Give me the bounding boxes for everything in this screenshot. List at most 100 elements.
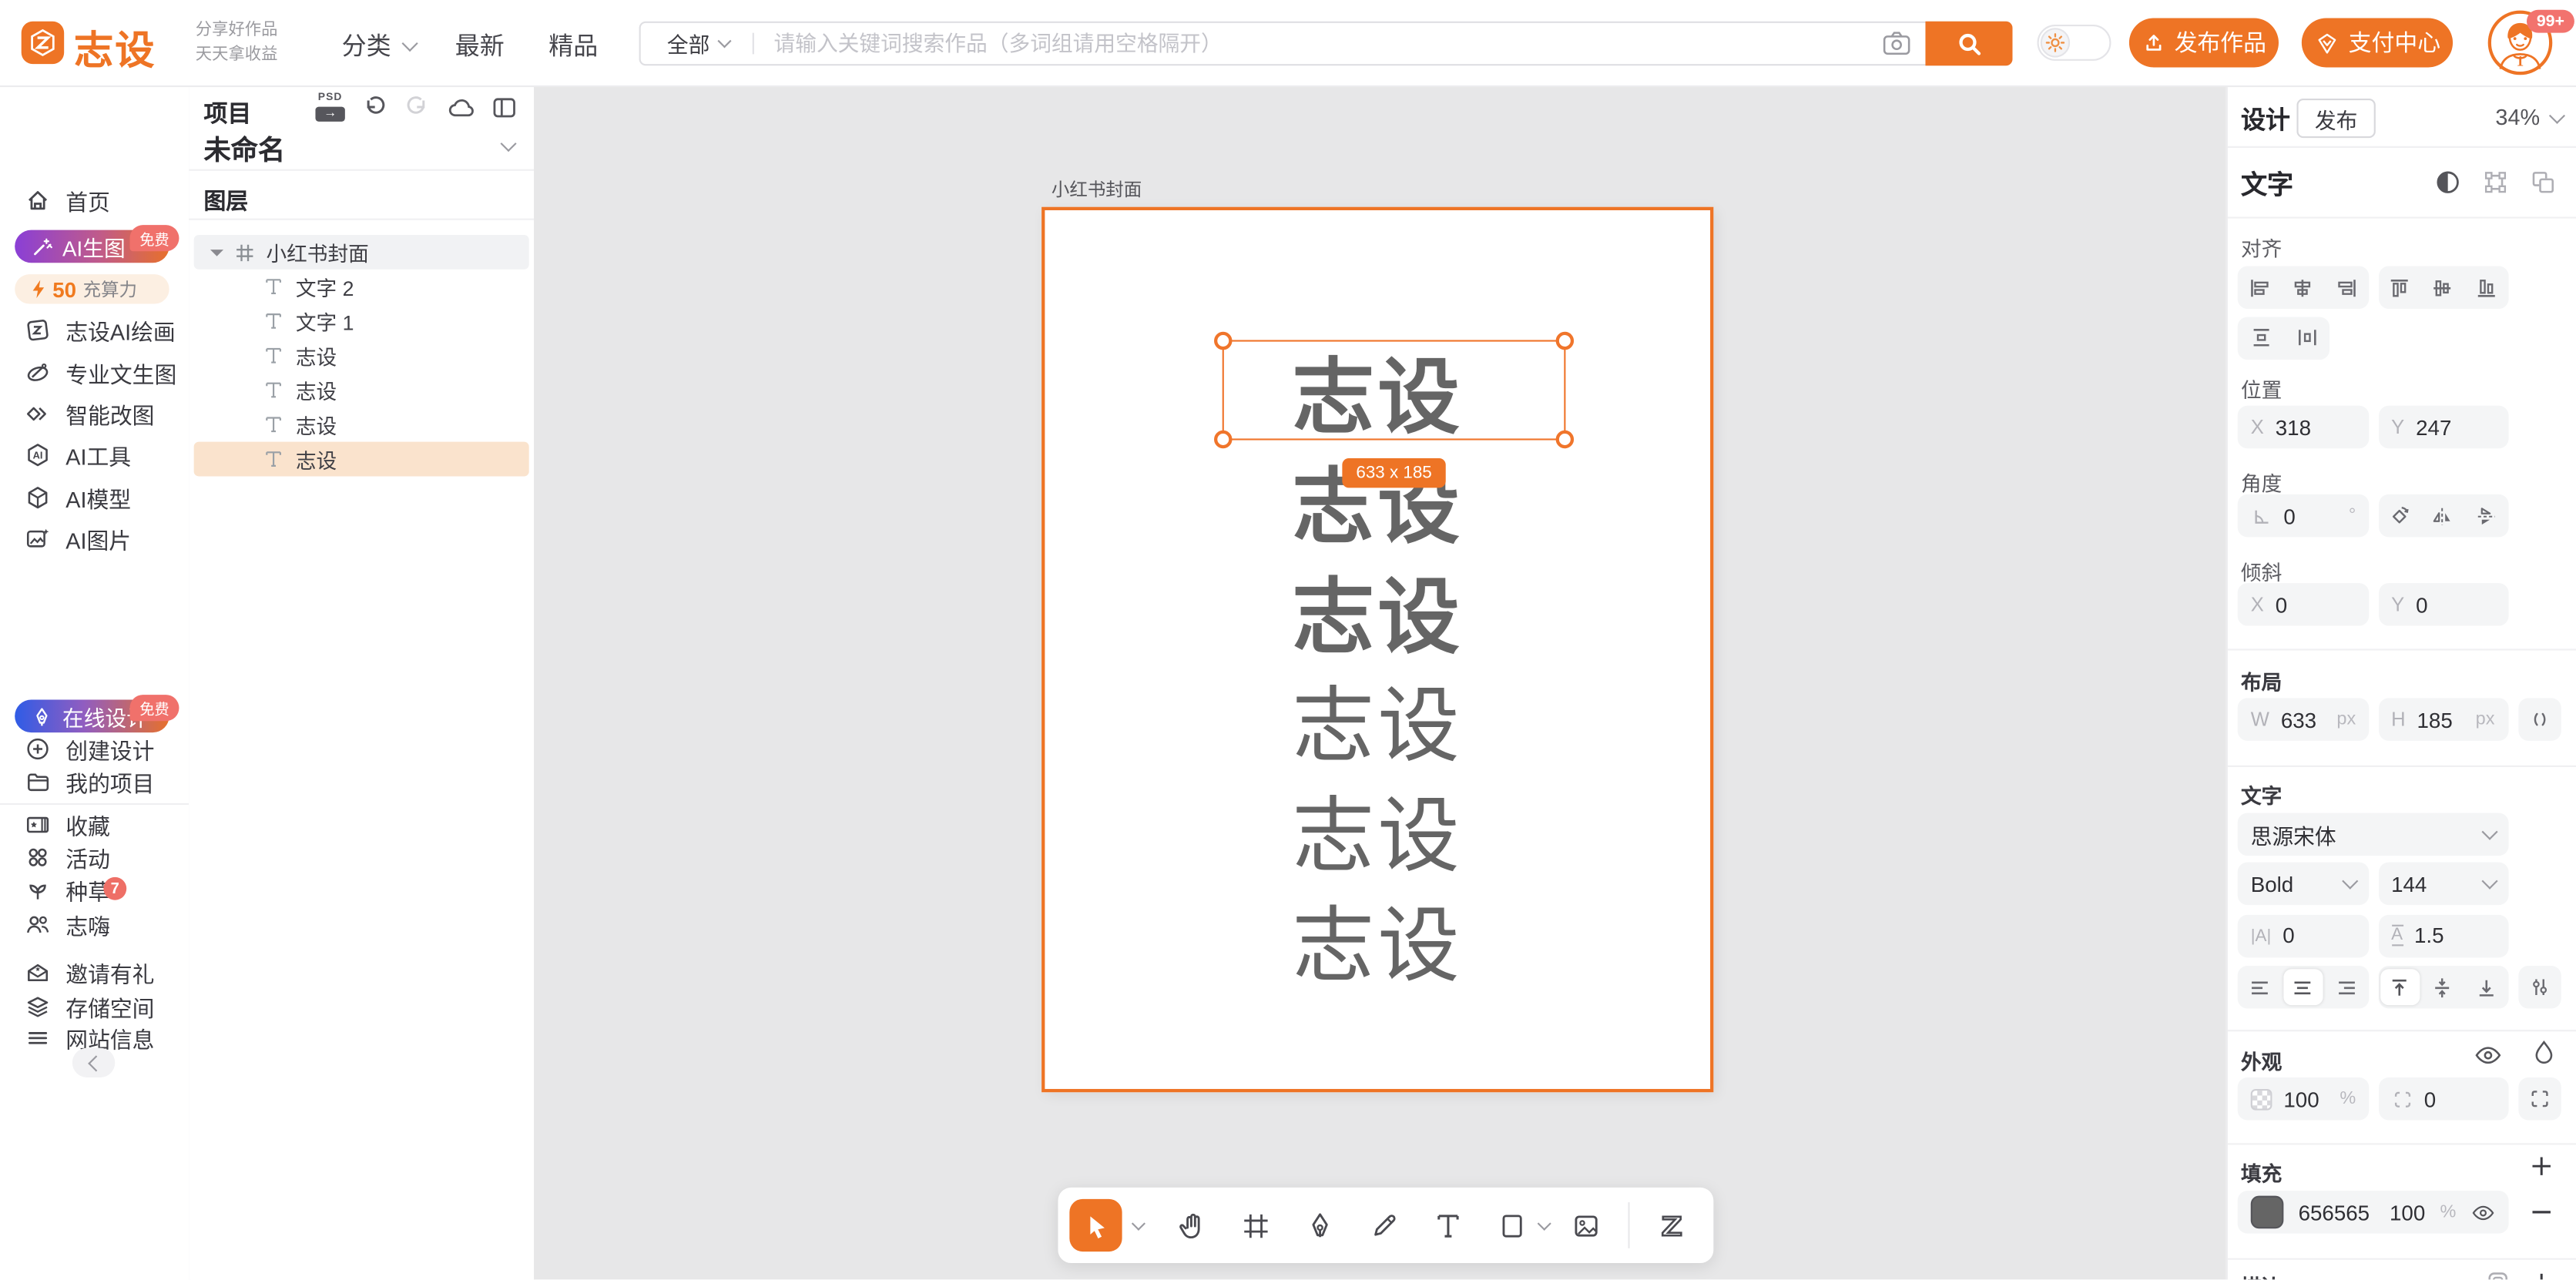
select-tool[interactable] xyxy=(1069,1199,1122,1252)
distribute-vertical-button[interactable] xyxy=(2241,320,2280,356)
sidebar-item-ai-tools[interactable]: AI AI工具 xyxy=(25,438,131,471)
sidebar-item-invite[interactable]: 邀请有礼 xyxy=(25,956,154,989)
vertical-align-top-button[interactable] xyxy=(2380,969,2419,1005)
align-center-h-button[interactable] xyxy=(2283,270,2323,306)
cloud-sync-button[interactable] xyxy=(447,95,475,119)
position-y-input[interactable]: Y247 xyxy=(2378,406,2507,448)
angle-input[interactable]: 0 ° xyxy=(2238,494,2370,537)
nav-featured[interactable]: 精品 xyxy=(548,28,598,62)
resize-handle-sw[interactable] xyxy=(1214,431,1232,448)
credits-pill[interactable]: 50 充算力 xyxy=(15,274,169,303)
layer-row[interactable]: 志设 xyxy=(194,373,529,407)
skew-y-input[interactable]: Y0 xyxy=(2378,583,2507,625)
selection-box[interactable] xyxy=(1223,340,1566,440)
font-weight-select[interactable]: Bold xyxy=(2238,863,2370,905)
redo-button[interactable] xyxy=(404,94,431,120)
chevron-down-icon[interactable] xyxy=(1132,1216,1145,1230)
search-input[interactable] xyxy=(770,29,1883,57)
nav-category[interactable]: 分类 xyxy=(342,28,416,62)
fill-color-swatch[interactable] xyxy=(2251,1196,2284,1229)
line-height-input[interactable]: A 1.5 xyxy=(2378,914,2507,957)
layer-row-frame[interactable]: 小红书封面 xyxy=(194,235,529,270)
nav-latest[interactable]: 最新 xyxy=(455,28,505,62)
sidebar-item-ai-paint[interactable]: 志设AI绘画 xyxy=(25,313,176,347)
document-name[interactable]: 未命名 xyxy=(203,128,285,167)
sidebar-item-favorites[interactable]: 收藏 xyxy=(25,808,110,841)
chevron-down-icon[interactable] xyxy=(500,136,516,152)
sidebar-item-zhihai[interactable]: 志嗨 xyxy=(25,907,110,940)
pay-center-button[interactable]: 支付中心 xyxy=(2302,18,2453,67)
theme-toggle[interactable] xyxy=(2037,25,2111,61)
canvas-text[interactable]: 志设 xyxy=(1045,896,1710,995)
sidebar-item-ai-models[interactable]: AI模型 xyxy=(25,481,131,514)
distribute-horizontal-button[interactable] xyxy=(2287,320,2326,356)
constrain-proportions-button[interactable] xyxy=(2518,698,2561,740)
stroke-style-icon[interactable] xyxy=(2486,1270,2511,1280)
resize-handle-se[interactable] xyxy=(1556,431,1574,448)
layer-row[interactable]: 文字 2 xyxy=(194,270,529,304)
search-button[interactable] xyxy=(1925,22,2012,66)
align-left-button[interactable] xyxy=(2240,270,2279,306)
sidebar-item-text2image[interactable]: 专业文生图 xyxy=(25,357,176,390)
text-align-center-button[interactable] xyxy=(2283,969,2323,1005)
tab-publish[interactable]: 发布 xyxy=(2296,99,2375,138)
collapse-sidebar-button[interactable] xyxy=(72,1048,115,1077)
sidebar-item-smart-edit[interactable]: 智能改图 xyxy=(25,397,154,431)
layer-row-selected[interactable]: 志设 xyxy=(194,442,529,477)
frame-tool[interactable] xyxy=(1239,1209,1272,1242)
corner-radius-input[interactable]: 0 xyxy=(2378,1077,2507,1120)
contrast-icon[interactable] xyxy=(2435,169,2461,196)
blend-droplet-icon[interactable] xyxy=(2534,1040,2555,1067)
flip-horizontal-button[interactable] xyxy=(2423,498,2463,534)
search-scope-select[interactable]: 全部 xyxy=(667,28,730,59)
camera-icon[interactable] xyxy=(1883,32,1910,56)
text-align-left-button[interactable] xyxy=(2240,969,2279,1005)
align-bottom-button[interactable] xyxy=(2467,270,2506,306)
pencil-tool[interactable] xyxy=(1367,1209,1400,1242)
resize-handle-ne[interactable] xyxy=(1556,332,1574,350)
canvas-area[interactable]: 小红书封面 志设 志设 志设 志设 志设 志设 633 x 185 xyxy=(534,85,2226,1280)
rotate-button[interactable] xyxy=(2380,498,2419,534)
remove-fill-button[interactable] xyxy=(2528,1199,2554,1225)
tab-design[interactable]: 设计 xyxy=(2241,102,2290,136)
canvas-text[interactable]: 志设 xyxy=(1045,787,1710,886)
undo-button[interactable] xyxy=(361,94,387,120)
height-input[interactable]: H185 px xyxy=(2378,698,2507,740)
sidebar-item-grass[interactable]: 种草 xyxy=(25,874,110,907)
font-size-select[interactable]: 144 xyxy=(2378,863,2507,905)
select-frame-icon[interactable] xyxy=(2482,169,2508,196)
add-fill-button[interactable] xyxy=(2528,1153,2554,1179)
add-stroke-button[interactable] xyxy=(2528,1270,2554,1280)
align-right-button[interactable] xyxy=(2327,270,2366,306)
layer-row[interactable]: 文字 1 xyxy=(194,304,529,339)
align-middle-v-button[interactable] xyxy=(2423,270,2463,306)
sidebar-item-my-projects[interactable]: 我的项目 xyxy=(25,766,154,799)
sidebar-item-storage[interactable]: 存储空间 xyxy=(25,990,154,1023)
canvas-text[interactable]: 志设 xyxy=(1045,677,1710,776)
export-psd-button[interactable]: PSD→ xyxy=(315,94,344,121)
text-tool[interactable] xyxy=(1431,1209,1464,1242)
zhishe-ai-tool[interactable] xyxy=(1655,1209,1688,1242)
layer-row[interactable]: 志设 xyxy=(194,338,529,373)
layer-row[interactable]: 志设 xyxy=(194,407,529,442)
fill-row[interactable]: 656565 100 % xyxy=(2238,1191,2509,1233)
sidebar-item-create-design[interactable]: 创建设计 xyxy=(25,732,154,766)
text-settings-button[interactable] xyxy=(2517,966,2560,1008)
shape-tool[interactable] xyxy=(1495,1209,1528,1242)
pen-tool[interactable] xyxy=(1303,1209,1336,1242)
image-tool[interactable] xyxy=(1569,1209,1602,1242)
zoom-level[interactable]: 34% xyxy=(2495,105,2563,129)
resize-handle-nw[interactable] xyxy=(1214,332,1232,350)
font-family-select[interactable]: 思源宋体 xyxy=(2238,813,2509,856)
caret-down-icon[interactable] xyxy=(210,249,223,256)
toggle-panel-button[interactable] xyxy=(491,95,518,119)
publish-button[interactable]: 发布作品 xyxy=(2129,18,2279,67)
logo-text[interactable]: 志设 xyxy=(74,18,156,75)
width-input[interactable]: W633 px xyxy=(2238,698,2370,740)
vertical-align-middle-button[interactable] xyxy=(2423,969,2463,1005)
sidebar-item-activities[interactable]: 活动 xyxy=(25,840,110,873)
expand-button[interactable] xyxy=(2518,1077,2561,1120)
artboard[interactable]: 志设 志设 志设 志设 志设 志设 xyxy=(1041,206,1713,1092)
artboard-label[interactable]: 小红书封面 xyxy=(1052,176,1142,202)
letter-spacing-input[interactable]: |A| 0 xyxy=(2238,914,2370,957)
